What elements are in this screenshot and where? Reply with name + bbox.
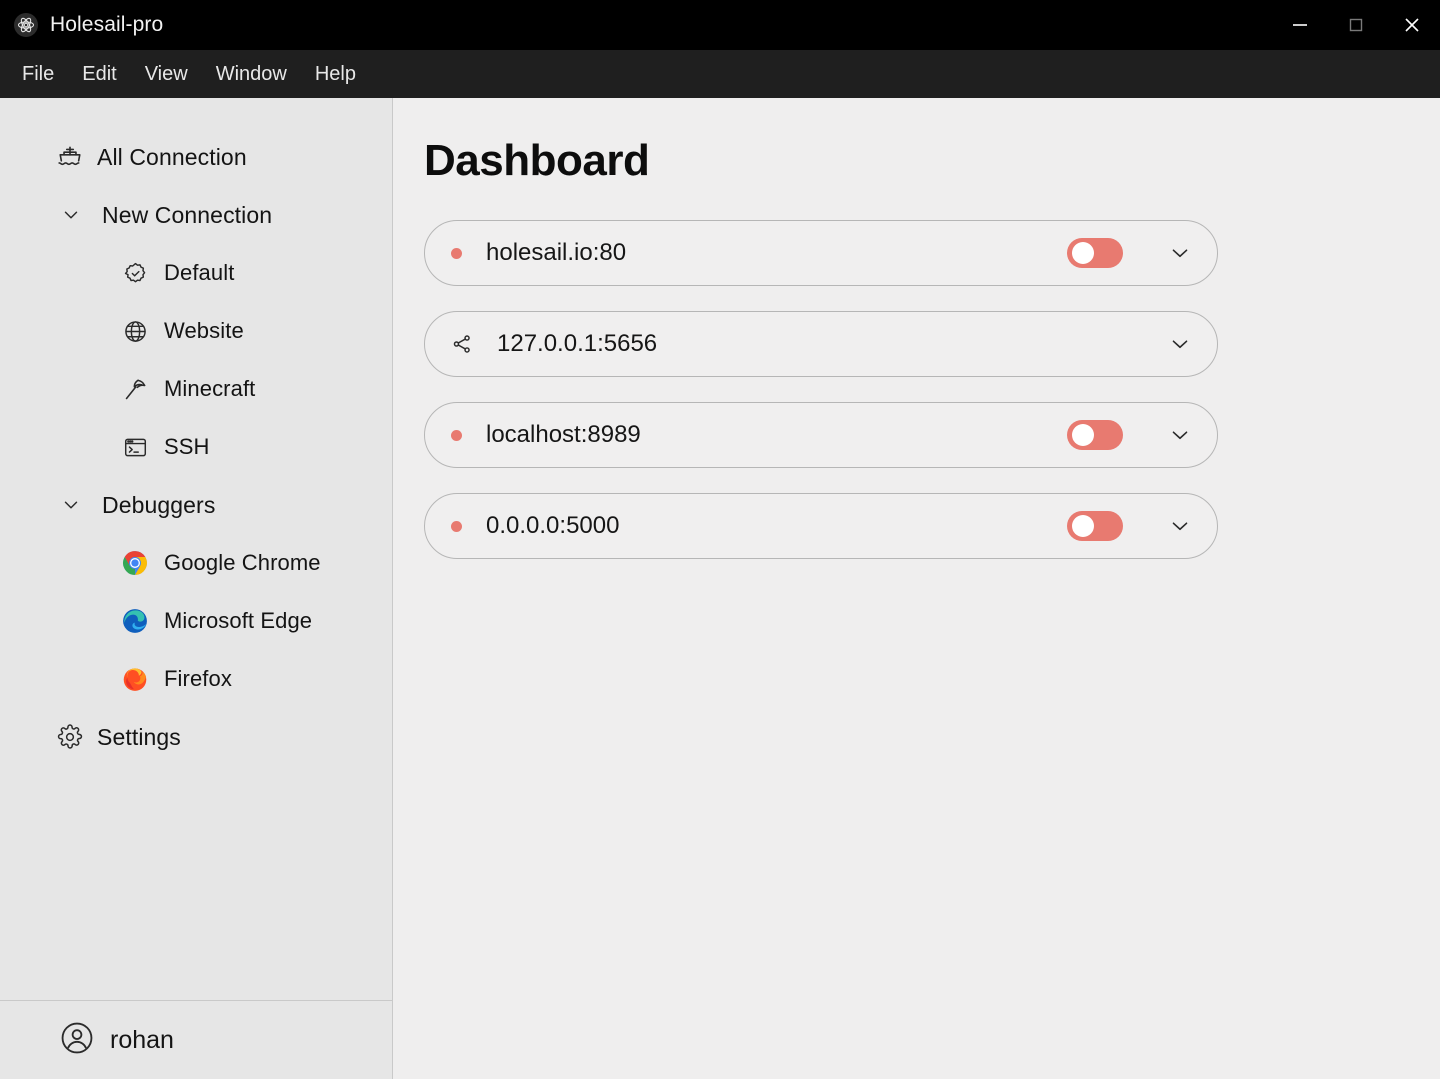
connection-row[interactable]: 127.0.0.1:5656 — [424, 311, 1218, 377]
connection-toggle[interactable] — [1067, 511, 1123, 541]
pickaxe-icon — [120, 377, 150, 402]
sidebar-item-label: Settings — [97, 723, 181, 750]
sidebar-item-label: Minecraft — [164, 376, 256, 401]
title-bar: Holesail-pro — [0, 0, 1440, 50]
sidebar-group-debuggers[interactable]: Debuggers — [0, 476, 392, 534]
expand-chevron-down-icon[interactable] — [1165, 511, 1195, 541]
connection-toggle[interactable] — [1067, 238, 1123, 268]
toggle-knob — [1072, 424, 1094, 446]
minimize-icon — [1293, 24, 1307, 26]
body-area: All Connection New Connection Default We… — [0, 98, 1440, 1079]
connection-row[interactable]: 0.0.0.0:5000 — [424, 493, 1218, 559]
expand-chevron-down-icon[interactable] — [1165, 329, 1195, 359]
main-content: Dashboard holesail.io:80 127.0.0.1:5656 … — [393, 98, 1440, 1079]
ship-icon — [55, 144, 85, 170]
sidebar-item-ssh[interactable]: SSH — [0, 418, 392, 476]
connection-row[interactable]: localhost:8989 — [424, 402, 1218, 468]
connection-list: holesail.io:80 127.0.0.1:5656 localhost:… — [393, 220, 1440, 559]
firefox-logo-icon — [120, 666, 150, 692]
connection-name: localhost:8989 — [486, 421, 641, 448]
globe-icon — [120, 319, 150, 344]
sidebar-item-website[interactable]: Website — [0, 302, 392, 360]
sidebar-nav: All Connection New Connection Default We… — [0, 98, 392, 1000]
connection-name: holesail.io:80 — [486, 239, 627, 266]
sidebar-item-label: Google Chrome — [164, 550, 321, 575]
gear-icon — [55, 724, 85, 750]
sidebar-item-label: Website — [164, 318, 244, 343]
sidebar-item-label: Default — [164, 260, 235, 285]
terminal-window-icon — [120, 435, 150, 460]
user-name: rohan — [110, 1025, 174, 1054]
sidebar-item-label: Microsoft Edge — [164, 608, 313, 633]
electron-atom-icon — [14, 13, 38, 37]
sidebar-item-label: Debuggers — [102, 491, 216, 518]
menu-item-window[interactable]: Window — [204, 58, 299, 91]
sidebar: All Connection New Connection Default We… — [0, 98, 393, 1079]
minimize-button[interactable] — [1272, 0, 1328, 50]
page-title: Dashboard — [424, 136, 650, 185]
sidebar-item-all-connection[interactable]: All Connection — [0, 128, 392, 186]
sidebar-item-minecraft[interactable]: Minecraft — [0, 360, 392, 418]
sidebar-item-label: New Connection — [102, 201, 273, 228]
sidebar-item-label: All Connection — [97, 143, 247, 170]
sidebar-item-microsoft-edge[interactable]: Microsoft Edge — [0, 592, 392, 650]
window-title: Holesail-pro — [50, 13, 164, 36]
chevron-down-icon — [56, 494, 86, 516]
status-dot-icon — [451, 520, 462, 532]
sidebar-group-new-connection[interactable]: New Connection — [0, 186, 392, 244]
connection-row[interactable]: holesail.io:80 — [424, 220, 1218, 286]
sidebar-item-label: SSH — [164, 434, 210, 459]
chevron-down-icon — [56, 204, 86, 226]
expand-chevron-down-icon[interactable] — [1165, 420, 1195, 450]
close-icon — [1405, 18, 1419, 32]
app-window: Holesail-pro File Edit View Window Help … — [0, 0, 1440, 1079]
badge-check-icon — [120, 261, 150, 286]
share-icon — [451, 333, 473, 355]
menu-item-file[interactable]: File — [10, 58, 66, 91]
title-bar-left: Holesail-pro — [0, 13, 163, 37]
user-account-button[interactable]: rohan — [0, 1000, 392, 1079]
connection-toggle[interactable] — [1067, 420, 1123, 450]
status-dot-icon — [451, 429, 462, 441]
expand-chevron-down-icon[interactable] — [1165, 238, 1195, 268]
toggle-knob — [1072, 242, 1094, 264]
sidebar-item-default[interactable]: Default — [0, 244, 392, 302]
close-button[interactable] — [1384, 0, 1440, 50]
menu-item-edit[interactable]: Edit — [70, 58, 128, 91]
connection-name: 127.0.0.1:5656 — [497, 330, 658, 357]
connection-name: 0.0.0.0:5000 — [486, 512, 620, 539]
sidebar-item-google-chrome[interactable]: Google Chrome — [0, 534, 392, 592]
sidebar-item-firefox[interactable]: Firefox — [0, 650, 392, 708]
maximize-icon — [1349, 18, 1363, 32]
user-circle-icon — [60, 1021, 94, 1060]
window-controls — [1272, 0, 1440, 50]
menu-item-help[interactable]: Help — [303, 58, 368, 91]
toggle-knob — [1072, 515, 1094, 537]
menu-bar: File Edit View Window Help — [0, 50, 1440, 98]
maximize-button[interactable] — [1328, 0, 1384, 50]
sidebar-item-label: Firefox — [164, 666, 232, 691]
edge-logo-icon — [120, 608, 150, 634]
chrome-logo-icon — [120, 550, 150, 576]
menu-item-view[interactable]: View — [133, 58, 200, 91]
sidebar-item-settings[interactable]: Settings — [0, 708, 392, 766]
status-dot-icon — [451, 247, 462, 259]
